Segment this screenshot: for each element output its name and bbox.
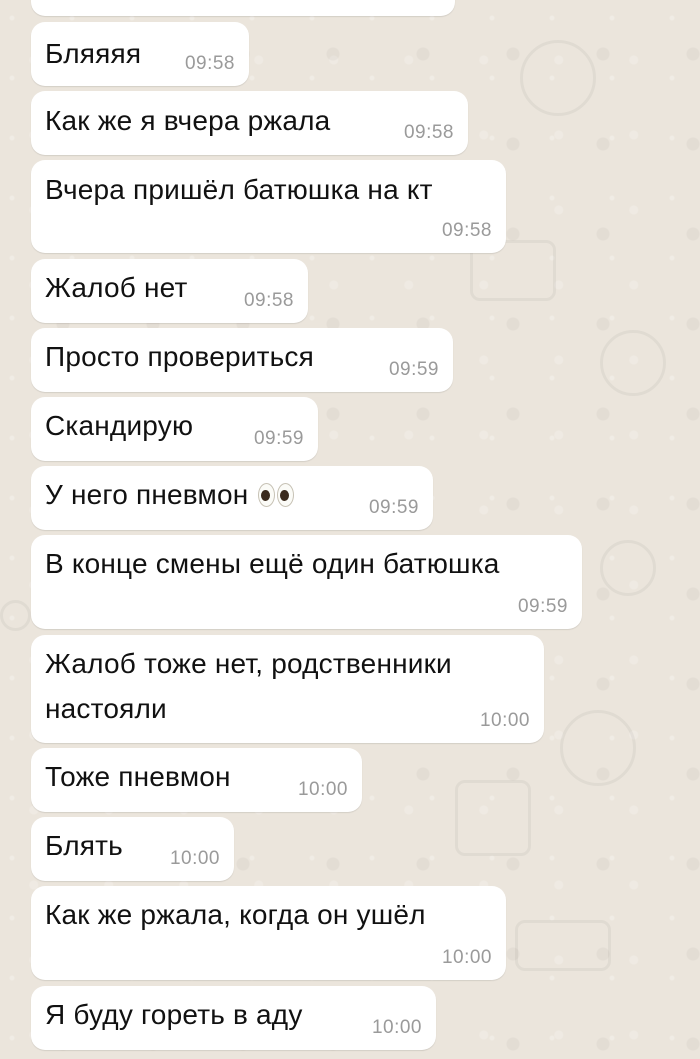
message-time: 09:58: [184, 53, 235, 74]
message-text: У него пневмон: [45, 472, 295, 517]
message-text: Жалоб тоже нет, родственники настояли: [45, 648, 452, 724]
message-text: Просто провериться: [45, 341, 314, 372]
message-bubble[interactable]: Скандирую 09:59: [31, 397, 318, 461]
message-time: 09:59: [253, 428, 304, 449]
message-time: 09:59: [388, 359, 439, 380]
message-bubble[interactable]: Бляяяя 09:58: [31, 22, 249, 86]
message-bubble[interactable]: Жалоб нет 09:58: [31, 259, 308, 323]
message-text: Я буду гореть в аду: [45, 999, 303, 1030]
message-time: 09:58: [403, 122, 454, 143]
message-text: Как же я вчера ржала: [45, 105, 331, 136]
message-time: 09:58: [441, 220, 492, 241]
message-time: 10:00: [441, 947, 492, 968]
message-text: Как же ржала, когда он ушёл: [45, 899, 426, 930]
message-text: Вчера пришёл батюшка на кт: [45, 174, 433, 205]
message-bubble[interactable]: В конце смены ещё один батюшка 09:59: [31, 535, 582, 629]
message-bubble[interactable]: У него пневмон 09:59: [31, 466, 433, 530]
message-bubble[interactable]: Тоже пневмон 10:00: [31, 748, 362, 812]
message-text-content: У него пневмон: [45, 479, 249, 510]
message-text: Тоже пневмон: [45, 761, 231, 792]
message-bubble[interactable]: Я буду гореть в аду 10:00: [31, 986, 436, 1050]
message-time: 09:59: [517, 596, 568, 617]
message-time: 10:00: [169, 848, 220, 869]
message-time: 10:00: [479, 710, 530, 731]
message-bubble[interactable]: Блять 10:00: [31, 817, 234, 881]
eye-right-icon: [277, 482, 295, 507]
message-text: Бляяяя: [45, 38, 142, 69]
message-time: 10:00: [297, 779, 348, 800]
message-time: 09:59: [368, 497, 419, 518]
message-text: В конце смены ещё один батюшка: [45, 548, 500, 579]
message-bubble[interactable]: Просто провериться 09:59: [31, 328, 453, 392]
message-text: Скандирую: [45, 410, 194, 441]
message-bubble[interactable]: Как же ржала, когда он ушёл 10:00: [31, 886, 506, 980]
message-bubble[interactable]: Вчера пришёл батюшка на кт 09:58: [31, 160, 506, 253]
message-bubble[interactable]: Как же я вчера ржала 09:58: [31, 91, 468, 155]
eye-left-icon: [258, 482, 276, 507]
message-list: Бляяяя 09:58 Как же я вчера ржала 09:58 …: [0, 0, 700, 1059]
message-time: 10:00: [371, 1017, 422, 1038]
message-time: 09:58: [243, 290, 294, 311]
message-bubble-previous[interactable]: [31, 0, 455, 16]
message-text: Блять: [45, 830, 123, 861]
message-text: Жалоб нет: [45, 272, 188, 303]
eyes-emoji-icon: [258, 482, 295, 507]
message-bubble[interactable]: Жалоб тоже нет, родственники настояли 10…: [31, 635, 544, 743]
